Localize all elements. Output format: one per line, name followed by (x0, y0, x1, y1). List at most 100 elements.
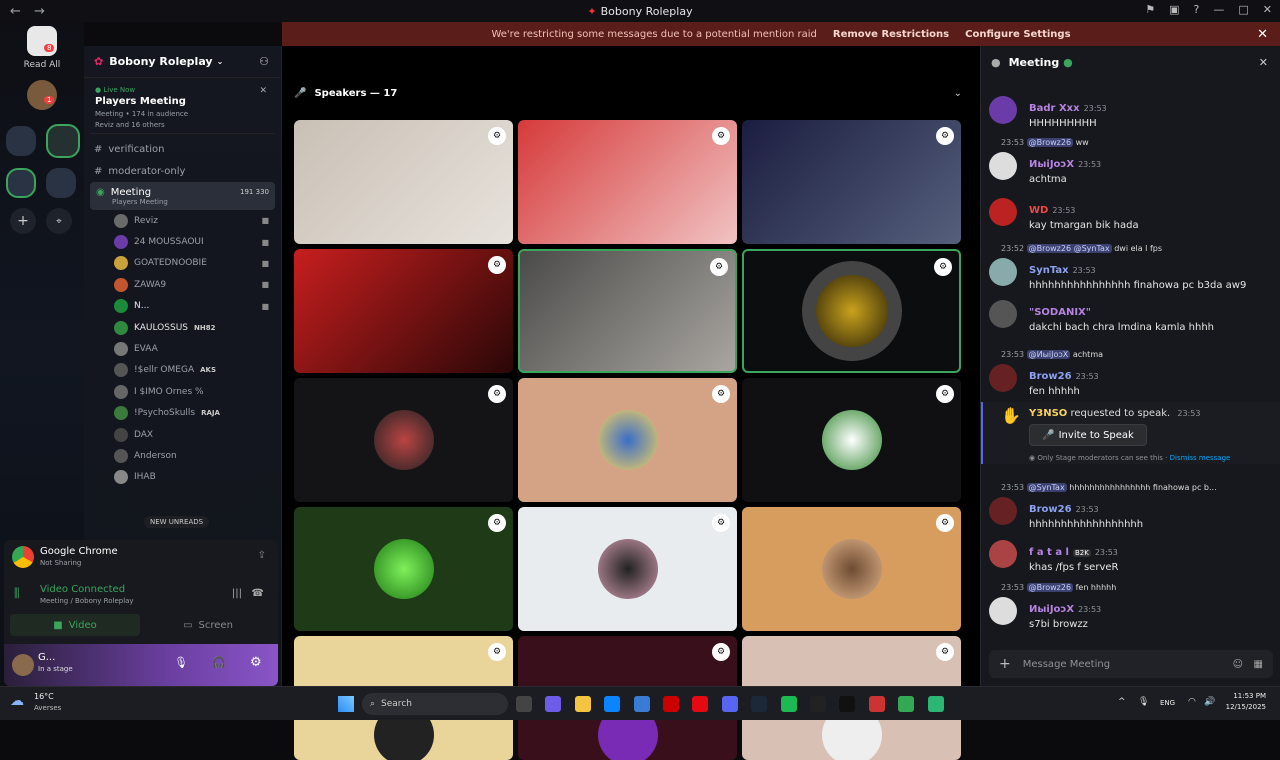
share-icon[interactable]: ⇪ (258, 550, 266, 561)
dm-avatar[interactable] (27, 80, 57, 110)
speaker-tile[interactable]: ⚙ (742, 249, 961, 373)
settings-gear-icon[interactable]: ⚙ (250, 655, 262, 670)
weather-temp[interactable]: 16°C (34, 692, 54, 701)
avatar[interactable] (989, 497, 1017, 525)
reply-preview[interactable]: 23:52 @Browz26 @SynTax dwi ela l fps (1001, 244, 1263, 253)
add-member-icon[interactable]: ⚇ (259, 55, 269, 68)
close-window-icon[interactable]: ✕ (1263, 3, 1272, 16)
taskbar-search[interactable]: ⌕ Search (362, 693, 508, 715)
member-row[interactable]: DAX (84, 424, 281, 445)
speaker-tile[interactable]: ⚙ (518, 249, 737, 373)
read-all-label[interactable]: Read All (0, 60, 84, 70)
collapse-chevron-icon[interactable]: ⌄ (954, 88, 962, 99)
reply-preview[interactable]: 23:53 @Browz26 fen hhhhh (1001, 583, 1263, 592)
speaker-tile[interactable]: ⚙ (294, 120, 513, 244)
close-live-icon[interactable]: ✕ (259, 86, 267, 96)
video-button[interactable]: ■ Video (10, 614, 140, 636)
help-icon[interactable]: ? (1194, 3, 1200, 16)
server-folder-2[interactable] (46, 124, 80, 158)
reply-mention[interactable]: @Browz26 (1026, 138, 1074, 147)
noise-icon[interactable]: ||| (232, 588, 242, 599)
avatar[interactable] (989, 597, 1017, 625)
username[interactable]: f a t a l (1029, 547, 1069, 558)
terminal-icon[interactable] (839, 696, 856, 712)
member-row[interactable]: I $IMO Ornes % (84, 381, 281, 402)
disconnect-icon[interactable]: ☎ (252, 588, 264, 599)
server-folder-3[interactable] (6, 168, 36, 198)
new-unreads-pill[interactable]: NEW UNREADS (144, 516, 210, 528)
apps-icon[interactable]: ▦ (1254, 659, 1263, 670)
wifi-icon[interactable]: ◠ (1188, 697, 1196, 707)
avatar[interactable] (989, 198, 1017, 226)
screen-button[interactable]: ▭ Screen (144, 614, 272, 636)
add-server-icon[interactable]: + (10, 208, 36, 234)
emoji-icon[interactable]: ☺ (1233, 659, 1243, 670)
username[interactable]: Badr Xxx (1029, 103, 1080, 114)
member-row[interactable]: IHAB (84, 467, 281, 488)
avatar[interactable] (989, 364, 1017, 392)
opera-icon[interactable] (663, 696, 679, 712)
live-stage-card[interactable]: ● Live Now ✕ Players Meeting Meeting • 17… (90, 82, 275, 134)
member-row[interactable]: Reviz ■ (84, 210, 281, 231)
discord-icon[interactable] (721, 696, 738, 712)
username[interactable]: WD (1029, 205, 1048, 216)
speaker-tile[interactable]: ⚙ (742, 507, 961, 631)
task-view-icon[interactable] (516, 696, 532, 712)
username[interactable]: Brow26 (1029, 504, 1072, 515)
notepad-icon[interactable] (927, 696, 944, 712)
language-indicator[interactable]: ENG (1160, 699, 1175, 707)
speaker-tile[interactable]: ⚙ (518, 378, 737, 502)
avatar[interactable] (989, 152, 1017, 180)
xbox-icon[interactable] (810, 696, 826, 712)
chevron-up-icon[interactable]: ^ (1118, 697, 1126, 707)
volume-icon[interactable]: 🔊 (1204, 697, 1215, 707)
steam-icon[interactable] (751, 696, 768, 712)
configure-settings-link[interactable]: Configure Settings (965, 29, 1070, 40)
avatar[interactable] (989, 540, 1017, 568)
username[interactable]: "SODANIX" (1029, 307, 1091, 318)
guild-header[interactable]: ✿ Bobony Roleplay ⌄ ⚇ (84, 46, 281, 78)
username[interactable]: ИыiJoɔX (1029, 159, 1074, 170)
avatar[interactable] (989, 96, 1017, 124)
member-row[interactable]: EVAA (84, 338, 281, 359)
member-row[interactable]: GOATEDNOOBIE ■ (84, 253, 281, 274)
username[interactable]: ИыiJoɔX (1029, 604, 1074, 615)
speaker-tile[interactable]: ⚙ (742, 378, 961, 502)
explore-icon[interactable]: ⌖ (46, 208, 72, 234)
dismiss-link[interactable]: Dismiss message (1170, 454, 1231, 462)
member-row[interactable]: KAULOSSUS NH82 (84, 317, 281, 338)
reply-mention[interactable]: @Browz26 (1026, 583, 1074, 592)
minimize-icon[interactable]: — (1213, 3, 1224, 16)
maximize-icon[interactable]: □ (1238, 3, 1248, 16)
reply-preview[interactable]: 23:53 @ИыiJoɔX achtma (1001, 350, 1263, 359)
invite-to-speak-button[interactable]: 🎤 Invite to Speak (1029, 424, 1147, 446)
member-row[interactable]: N... ■ (84, 296, 281, 317)
member-row[interactable]: !$ellr OMEGA AKS (84, 360, 281, 381)
speaker-tile[interactable]: ⚙ (518, 507, 737, 631)
speaker-tile[interactable]: ⚙ (518, 120, 737, 244)
start-button[interactable] (338, 696, 354, 712)
avatar[interactable] (12, 654, 34, 676)
inbox-icon[interactable]: ▣ (1169, 3, 1179, 16)
spotify-icon[interactable] (780, 696, 797, 712)
member-row[interactable]: !PsychoSkulls RAJA (84, 403, 281, 424)
close-chat-icon[interactable]: ✕ (1259, 56, 1268, 69)
close-icon[interactable]: ✕ (1257, 27, 1268, 42)
speaker-tile[interactable]: ⚙ (294, 507, 513, 631)
member-row[interactable]: ZAWA9 ■ (84, 274, 281, 295)
reply-mention[interactable]: @ИыiJoɔX (1026, 350, 1071, 359)
member-row[interactable]: Anderson (84, 445, 281, 466)
file-explorer-icon[interactable] (574, 696, 591, 712)
clock[interactable]: 11:53 PM 12/15/2025 (1226, 692, 1266, 711)
chrome-icon[interactable] (898, 696, 915, 712)
mic-icon[interactable]: 🎙 (174, 656, 188, 669)
remove-restrictions-link[interactable]: Remove Restrictions (833, 29, 949, 40)
message-input[interactable]: + Message Meeting ☺ ▦ (989, 650, 1273, 678)
speaker-tile[interactable]: ⚙ (294, 249, 513, 373)
member-row[interactable]: 24 MOUSSAOUI ■ (84, 231, 281, 252)
avatar[interactable] (989, 300, 1017, 328)
server-folder-1[interactable] (6, 126, 36, 156)
channel-moderator-only[interactable]: # moderator-only (84, 160, 281, 182)
request-user[interactable]: Y3NSO (1029, 408, 1067, 419)
reply-mention[interactable]: @Browz26 @SynTax (1026, 244, 1112, 253)
